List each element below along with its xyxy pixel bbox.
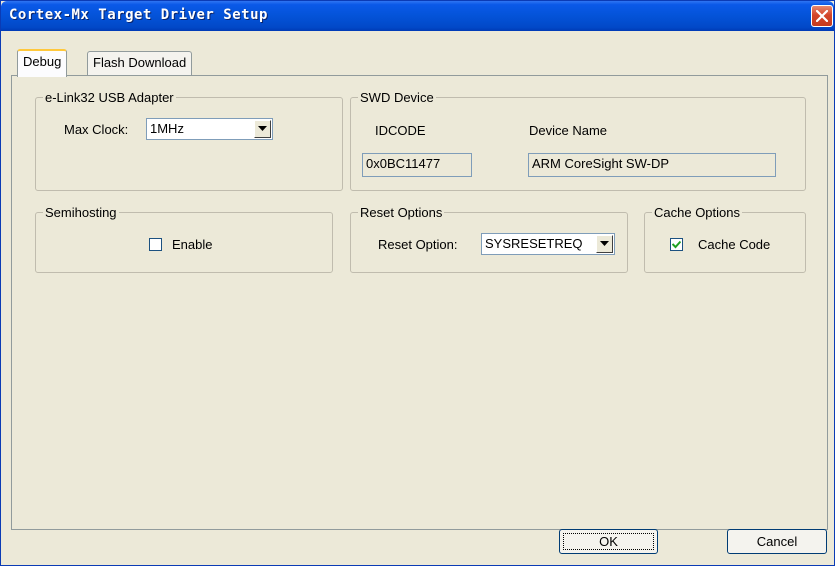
device-name-field: ARM CoreSight SW-DP — [528, 153, 776, 177]
cache-code-checkbox[interactable] — [670, 238, 683, 251]
cancel-button-label: Cancel — [756, 534, 798, 549]
close-icon — [816, 10, 828, 22]
tab-flash-download[interactable]: Flash Download — [87, 51, 193, 76]
ok-focus-rect — [563, 533, 654, 550]
dialog-window: Cortex-Mx Target Driver Setup Debug Flas… — [0, 0, 835, 566]
reset-options-group: Reset Options Reset Option: SYSRESETREQ — [350, 205, 628, 273]
tab-flash-download-label: Flash Download — [93, 55, 187, 70]
enable-checkbox[interactable] — [149, 238, 162, 251]
ok-button[interactable]: OK — [559, 529, 658, 554]
cache-options-group-label: Cache Options — [652, 205, 742, 220]
tab-debug-label: Debug — [23, 54, 62, 69]
adapter-group-label: e-Link32 USB Adapter — [43, 90, 176, 105]
max-clock-value: 1MHz — [150, 121, 184, 136]
chevron-down-icon — [600, 241, 609, 246]
swd-device-group-label: SWD Device — [358, 90, 436, 105]
max-clock-dropdown-button[interactable] — [254, 120, 271, 138]
reset-options-group-label: Reset Options — [358, 205, 445, 220]
chevron-down-icon — [258, 126, 267, 131]
swd-device-group: SWD Device IDCODE Device Name 0x0BC11477… — [350, 90, 806, 191]
device-name-header: Device Name — [529, 123, 608, 138]
cache-options-group: Cache Options Cache Code — [644, 205, 806, 273]
cache-code-label: Cache Code — [698, 237, 771, 252]
semihosting-group: Semihosting Enable — [35, 205, 333, 273]
cancel-button[interactable]: Cancel — [727, 529, 827, 554]
reset-option-label: Reset Option: — [378, 237, 458, 252]
title-bar[interactable]: Cortex-Mx Target Driver Setup — [1, 1, 834, 31]
enable-label: Enable — [172, 237, 213, 252]
checkmark-icon — [672, 240, 681, 249]
idcode-field: 0x0BC11477 — [362, 153, 472, 177]
max-clock-select[interactable]: 1MHz — [146, 118, 273, 140]
max-clock-label: Max Clock: — [64, 122, 129, 137]
close-button[interactable] — [811, 5, 833, 27]
reset-option-dropdown-button[interactable] — [596, 235, 613, 253]
reset-option-value: SYSRESETREQ — [485, 236, 583, 251]
reset-option-select[interactable]: SYSRESETREQ — [481, 233, 615, 255]
tab-debug[interactable]: Debug — [17, 49, 68, 77]
tab-panel-debug: e-Link32 USB Adapter Max Clock: 1MHz SWD… — [11, 75, 828, 530]
adapter-group: e-Link32 USB Adapter Max Clock: 1MHz — [35, 90, 343, 191]
window-title: Cortex-Mx Target Driver Setup — [9, 7, 268, 23]
idcode-header: IDCODE — [375, 123, 426, 138]
semihosting-group-label: Semihosting — [43, 205, 119, 220]
